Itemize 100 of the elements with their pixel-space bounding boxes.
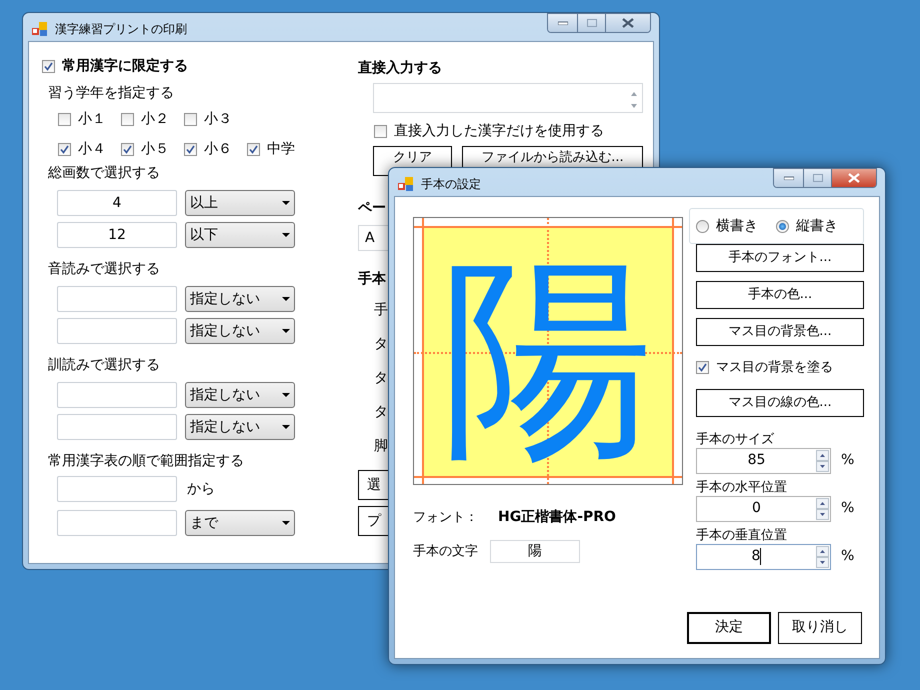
character-field[interactable]: 陽 [490,540,580,563]
section-label: 習う学年を指定する [48,84,175,103]
section-label: 常用漢字表の順で範囲指定する [48,452,245,471]
unit-label: % [841,547,854,566]
input-field[interactable] [57,414,177,440]
window-title: 漢字練習プリントの印刷 [55,21,187,38]
maximize-button[interactable] [578,14,606,32]
section-label: 音読みで選択する [48,260,161,279]
number-spinner[interactable]: 85 [696,448,831,474]
spin-arrows-icon [816,498,829,520]
app-icon [398,177,414,191]
setting-label: 手 [374,301,389,320]
character-label: 手本の文字 [413,542,478,561]
dropdown[interactable]: 指定しない [185,414,295,440]
section-label: 訓読みで選択する [48,356,161,375]
checkbox-label: 小５ [141,140,169,159]
settings-button[interactable]: マス目の背景色... [696,318,864,346]
checkbox-label: 小３ [204,110,232,129]
input-field[interactable] [57,476,177,502]
input-field[interactable]: 12 [57,222,177,248]
dropdown-arrow-icon [282,297,290,301]
input-field[interactable] [57,510,177,536]
spinner-label: 手本のサイズ [696,430,775,448]
font-name: HG正楷書体-PRO [498,508,616,527]
checkbox[interactable] [58,113,71,126]
dropdown-arrow-icon [282,233,290,237]
number-spinner[interactable]: 0 [696,496,831,522]
minimize-icon [784,176,794,180]
maximize-button[interactable] [804,169,832,187]
settings-button[interactable]: 手本のフォント... [696,244,864,272]
close-icon [622,18,634,28]
dropdown-arrow-icon [282,521,290,525]
dropdown-arrow-icon [282,201,290,205]
section-heading: 手本 [358,270,387,289]
preview-character: 陽 [440,250,656,464]
checkbox[interactable] [696,361,709,374]
input-field[interactable] [57,382,177,408]
spinner-label: 手本の垂直位置 [696,526,788,544]
setting-label: タ [374,335,389,354]
spin-arrows-icon [816,546,829,568]
spinner-label: 手本の水平位置 [696,478,788,496]
dropdown-arrow-icon [282,425,290,429]
checkbox[interactable] [247,143,260,156]
section-heading: 直接入力する [358,59,443,78]
checkbox[interactable] [121,143,134,156]
radio-button[interactable] [696,220,709,232]
checkbox[interactable] [121,113,134,126]
text-caret [760,548,762,565]
radio-label: 横書き [716,216,758,236]
checkbox-label: 小１ [78,110,106,129]
setting-label: タ [374,369,389,388]
window-title: 手本の設定 [421,176,481,193]
cancel-button[interactable]: 取り消し [778,612,862,644]
section-heading: ペー [358,199,387,218]
input-field[interactable] [57,286,177,312]
checkbox-label: 直接入力した漢字だけを使用する [394,122,604,141]
checkbox[interactable] [374,125,387,138]
checkbox-label: 小６ [204,140,232,159]
minimize-icon [558,21,568,25]
maximize-icon [812,174,822,182]
ok-button[interactable]: 決定 [687,612,771,644]
dropdown[interactable]: 指定しない [185,286,295,312]
checkbox-label: 小４ [78,140,106,159]
checkbox[interactable] [42,60,55,73]
setting-label: 脚 [374,437,389,456]
input-field[interactable] [57,318,177,344]
dropdown[interactable]: 以上 [185,190,295,216]
settings-button[interactable]: マス目の線の色... [696,388,864,416]
input-field[interactable]: 4 [57,190,177,216]
checkbox-label: マス目の背景を塗る [716,359,833,377]
checkbox[interactable] [184,113,197,126]
number-spinner[interactable]: 8 [696,544,831,570]
setting-label: タ [374,403,389,422]
settings-button[interactable]: 手本の色... [696,281,864,309]
section-label: 総画数で選択する [48,164,161,183]
minimize-button[interactable] [774,169,804,187]
radio-button[interactable] [776,220,789,232]
minimize-button[interactable] [548,14,578,32]
close-icon [848,173,860,183]
dropdown[interactable]: 指定しない [185,382,295,408]
dropdown[interactable]: 以下 [185,222,295,248]
spin-arrows-icon [816,450,829,472]
dropdown-arrow-icon [282,329,290,333]
dropdown[interactable]: まで [185,510,295,536]
unit-label: % [841,451,854,470]
unit-label: % [841,499,854,518]
checkbox-label: 小２ [141,110,169,129]
maximize-icon [586,19,596,27]
dropdown-arrow-icon [282,393,290,397]
from-label: から [187,480,215,498]
checkbox-label: 常用漢字に限定する [62,56,188,76]
app-icon [32,22,48,36]
checkbox-label: 中学 [267,140,295,159]
font-label: フォント： [413,508,479,527]
checkbox[interactable] [58,143,71,156]
close-button[interactable] [832,169,876,187]
close-button[interactable] [606,14,650,32]
checkbox[interactable] [184,143,197,156]
dropdown[interactable]: 指定しない [185,318,295,344]
radio-label: 縦書き [796,216,838,236]
